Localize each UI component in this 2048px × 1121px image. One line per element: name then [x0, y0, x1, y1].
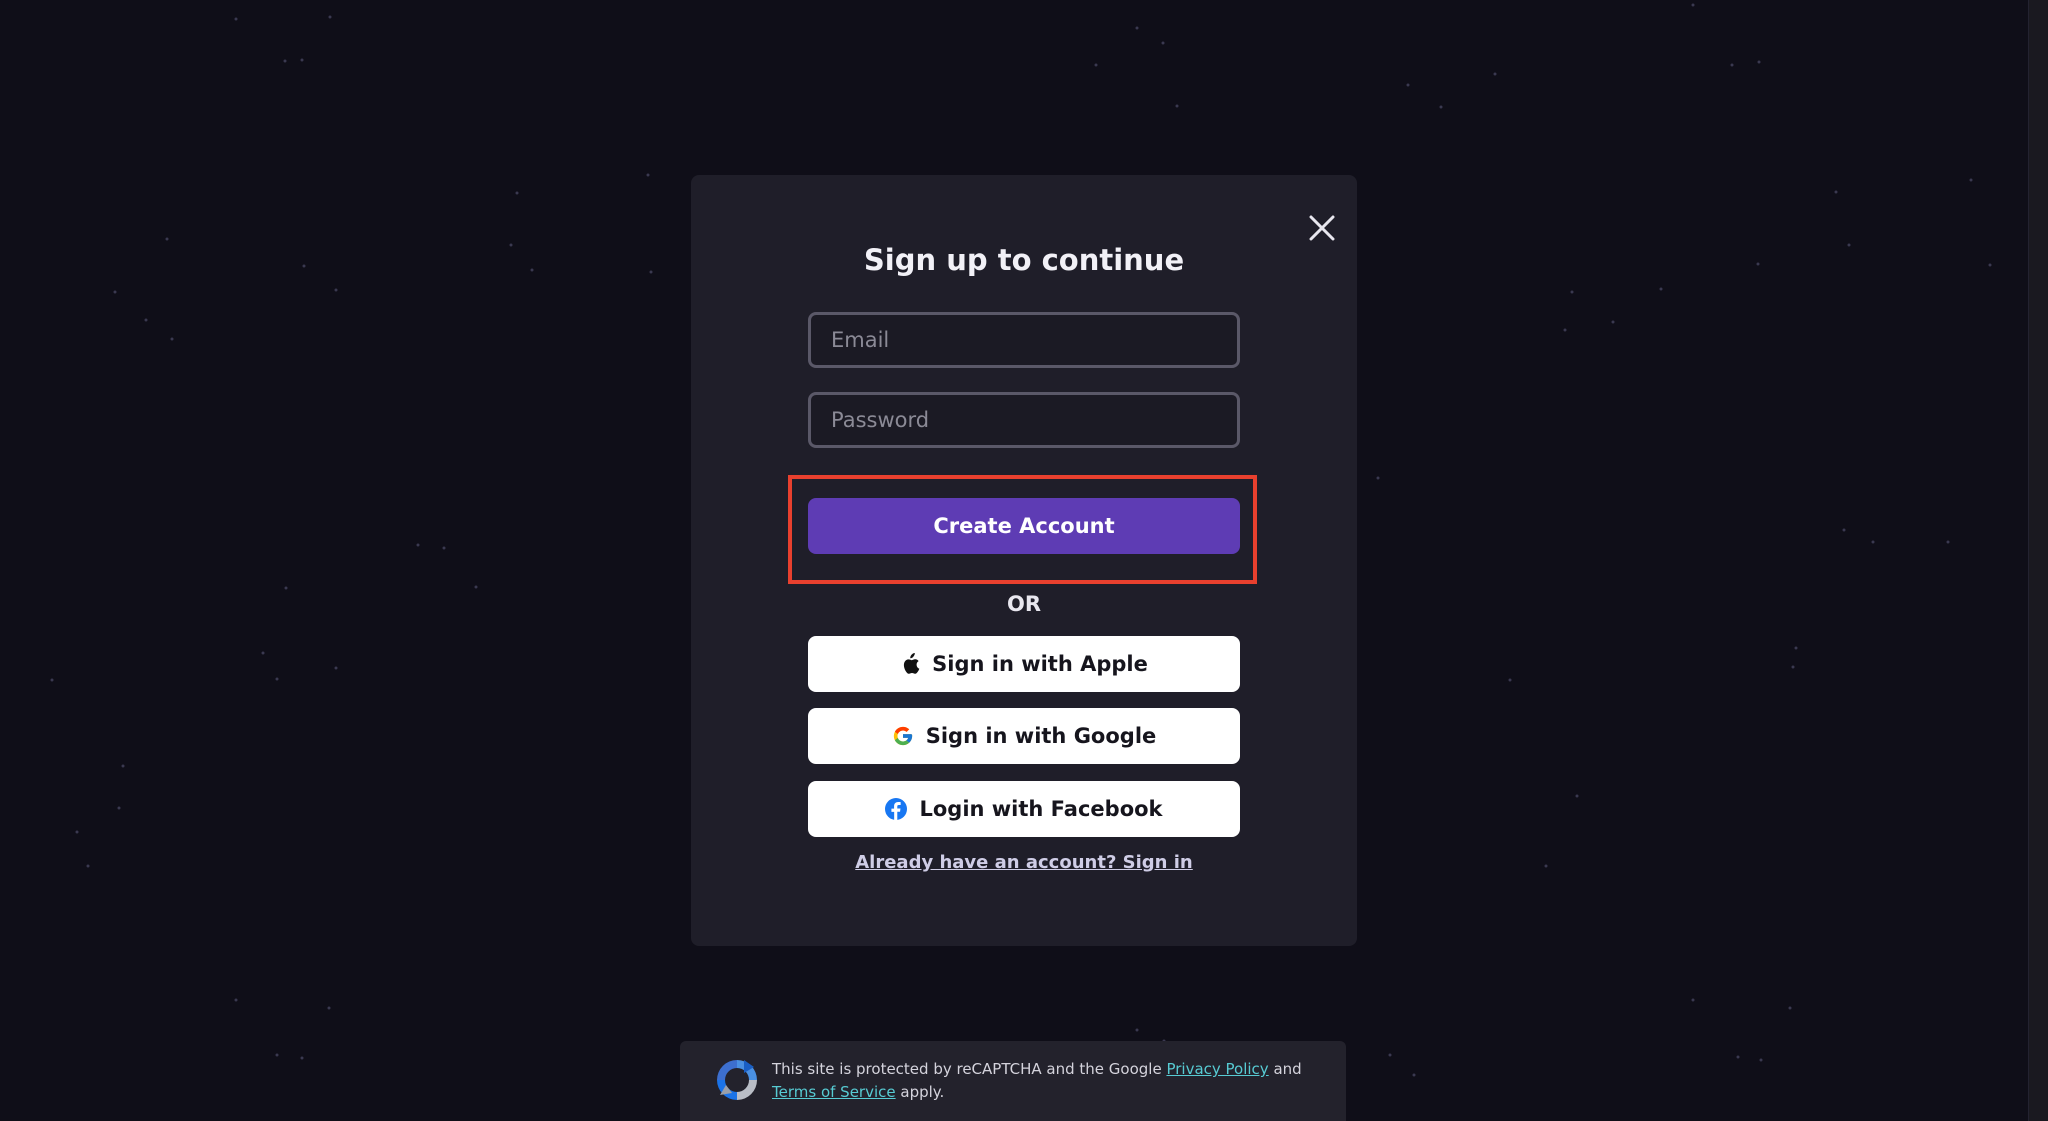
signin-link[interactable]: Already have an account? Sign in: [855, 852, 1193, 873]
apple-signin-label: Sign in with Apple: [932, 652, 1148, 676]
password-input[interactable]: [808, 392, 1240, 448]
recaptcha-prefix: This site is protected by reCAPTCHA and …: [772, 1060, 1162, 1078]
recaptcha-badge: This site is protected by reCAPTCHA and …: [680, 1041, 1346, 1121]
terms-of-service-link[interactable]: Terms of Service: [772, 1083, 896, 1101]
google-signin-label: Sign in with Google: [925, 724, 1157, 748]
privacy-policy-link[interactable]: Privacy Policy: [1166, 1060, 1268, 1078]
google-signin-button[interactable]: Sign in with Google: [808, 708, 1240, 764]
apple-icon: [904, 653, 920, 674]
recaptcha-notice: This site is protected by reCAPTCHA and …: [772, 1058, 1312, 1104]
page: Sign up to continue Create Account OR Si…: [0, 0, 2048, 1121]
close-icon: [1309, 215, 1335, 241]
signin-link-container: Already have an account? Sign in: [691, 852, 1357, 873]
apple-signin-button[interactable]: Sign in with Apple: [808, 636, 1240, 692]
or-divider: OR: [1006, 592, 1042, 616]
facebook-login-button[interactable]: Login with Facebook: [808, 781, 1240, 837]
recaptcha-and: and: [1273, 1060, 1302, 1078]
google-icon: [893, 726, 912, 746]
signup-modal: Sign up to continue Create Account OR Si…: [691, 175, 1357, 946]
modal-title: Sign up to continue: [863, 243, 1185, 277]
scrollbar[interactable]: [2028, 0, 2048, 1121]
recaptcha-icon: [717, 1060, 757, 1100]
create-account-button[interactable]: Create Account: [808, 498, 1240, 554]
facebook-login-label: Login with Facebook: [919, 797, 1163, 821]
facebook-icon: [885, 798, 908, 820]
recaptcha-suffix: apply.: [900, 1083, 945, 1101]
email-input[interactable]: [808, 312, 1240, 368]
